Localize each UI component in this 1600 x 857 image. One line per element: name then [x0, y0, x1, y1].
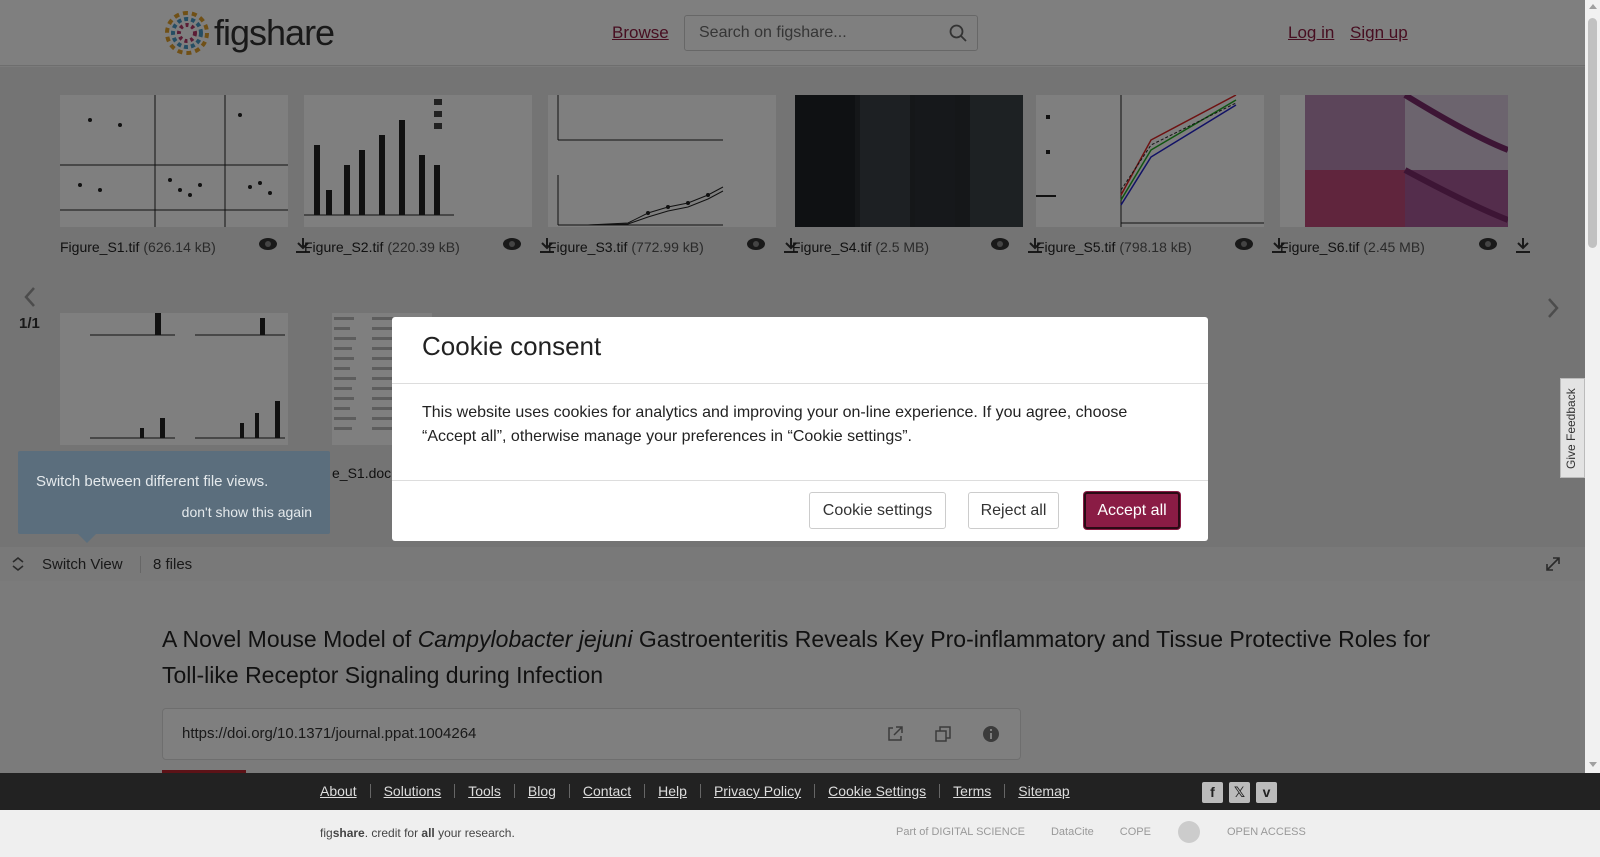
cope-logo[interactable]: COPE	[1120, 826, 1151, 838]
cookie-consent-dialog: Cookie consent This website uses cookies…	[392, 317, 1208, 541]
facebook-icon[interactable]: f	[1202, 782, 1223, 803]
divider	[392, 480, 1208, 481]
feedback-label: Give Feedback	[1564, 388, 1578, 469]
dont-show-again-link[interactable]: don't show this again	[182, 504, 312, 520]
divider	[392, 383, 1208, 384]
footer-link-about[interactable]: About	[320, 783, 357, 799]
footer-links: About Solutions Tools Blog Contact Help …	[320, 783, 1070, 799]
scrollbar-thumb[interactable]	[1588, 18, 1597, 248]
vimeo-icon[interactable]: v	[1256, 782, 1277, 803]
footer-link-contact[interactable]: Contact	[583, 783, 631, 799]
footer-credit-text: figshare. credit for all your research.	[320, 826, 515, 840]
footer-link-cookie-settings[interactable]: Cookie Settings	[828, 783, 926, 799]
reject-all-button[interactable]: Reject all	[968, 492, 1059, 529]
page-scrollbar[interactable]	[1585, 0, 1600, 773]
partner-logos: Part of DIGITAL SCIENCE DataCite COPE OP…	[896, 820, 1306, 844]
footer-credits: figshare. credit for all your research. …	[0, 810, 1600, 857]
footer-link-blog[interactable]: Blog	[528, 783, 556, 799]
tooltip-text: Switch between different file views.	[36, 473, 269, 490]
footer-link-privacy[interactable]: Privacy Policy	[714, 783, 801, 799]
switch-view-tooltip: Switch between different file views. don…	[18, 451, 330, 543]
footer-nav: About Solutions Tools Blog Contact Help …	[0, 773, 1600, 810]
footer-link-solutions[interactable]: Solutions	[384, 783, 442, 799]
cookie-settings-button[interactable]: Cookie settings	[809, 492, 946, 529]
social-links: f 𝕏 v	[1202, 782, 1277, 803]
footer-link-terms[interactable]: Terms	[953, 783, 991, 799]
footer-link-sitemap[interactable]: Sitemap	[1018, 783, 1069, 799]
scroll-up-arrow[interactable]	[1589, 4, 1597, 9]
x-twitter-icon[interactable]: 𝕏	[1229, 782, 1250, 803]
footer-link-tools[interactable]: Tools	[468, 783, 501, 799]
dialog-title: Cookie consent	[422, 331, 602, 361]
accept-all-button[interactable]: Accept all	[1084, 492, 1180, 529]
give-feedback-tab[interactable]: Give Feedback	[1560, 378, 1585, 478]
footer-link-help[interactable]: Help	[658, 783, 687, 799]
dialog-body: This website uses cookies for analytics …	[422, 404, 1128, 445]
open-access-logo[interactable]: OPEN ACCESS	[1227, 826, 1306, 838]
seal-logo-icon[interactable]	[1177, 820, 1201, 844]
datacite-logo[interactable]: DataCite	[1051, 826, 1094, 838]
digital-science-logo[interactable]: Part of DIGITAL SCIENCE	[896, 826, 1025, 838]
scroll-down-arrow[interactable]	[1589, 762, 1597, 767]
